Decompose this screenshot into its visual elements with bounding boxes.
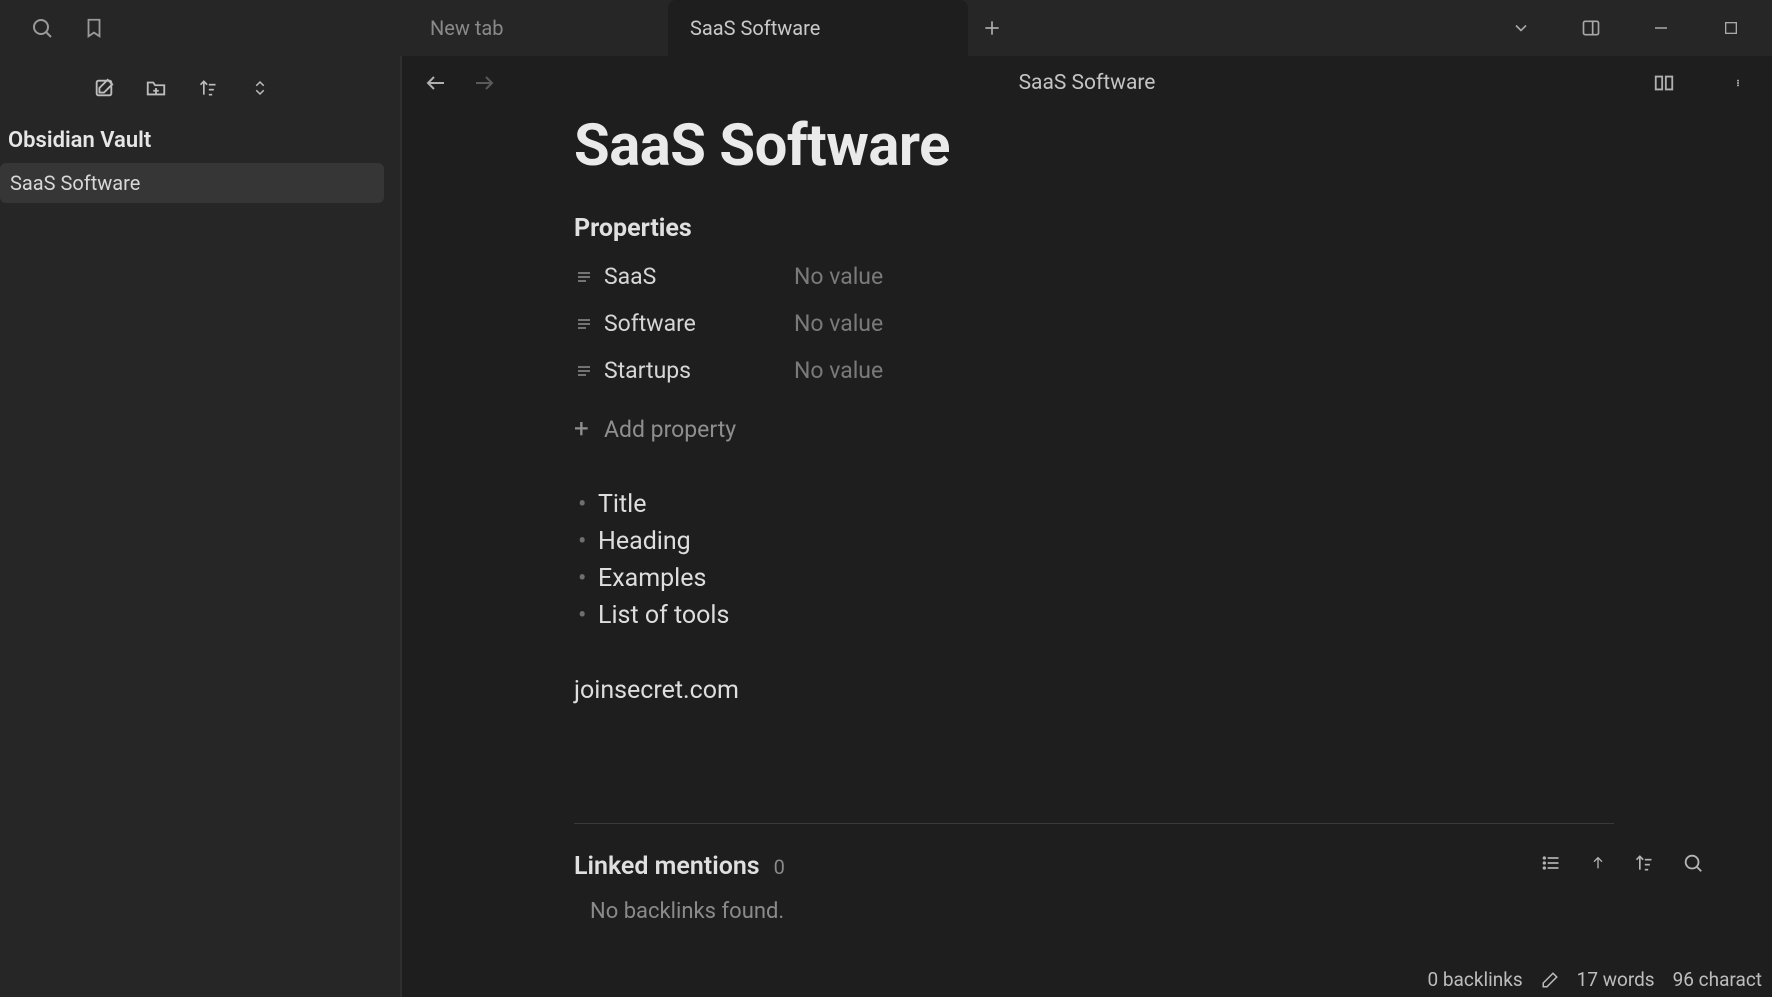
sidebar-toggle-icon[interactable] bbox=[1580, 17, 1602, 39]
forward-icon[interactable] bbox=[470, 69, 498, 97]
text-property-icon bbox=[574, 363, 604, 379]
new-tab-button[interactable] bbox=[968, 0, 1016, 56]
tab-inactive[interactable]: New tab bbox=[408, 0, 668, 56]
reading-view-icon[interactable] bbox=[1650, 69, 1678, 97]
new-note-icon[interactable] bbox=[92, 76, 116, 100]
more-options-icon[interactable] bbox=[1724, 69, 1752, 97]
list-view-icon[interactable] bbox=[1540, 853, 1562, 873]
add-property-button[interactable]: + Add property bbox=[574, 414, 1614, 444]
property-row[interactable]: Software No value bbox=[574, 310, 1614, 337]
editor-header: SaaS Software bbox=[402, 56, 1772, 110]
bullet-item[interactable]: Examples bbox=[574, 560, 1614, 597]
bookmark-icon[interactable] bbox=[82, 16, 106, 40]
sort-order-icon[interactable] bbox=[1634, 852, 1654, 874]
tab-strip: New tab SaaS Software bbox=[408, 0, 1016, 56]
tab-active[interactable]: SaaS Software bbox=[668, 0, 968, 56]
property-row[interactable]: Startups No value bbox=[574, 357, 1614, 384]
edit-mode-icon[interactable] bbox=[1541, 971, 1559, 989]
bullet-item[interactable]: List of tools bbox=[574, 597, 1614, 634]
close-tab-icon[interactable] bbox=[928, 19, 946, 37]
sort-icon[interactable] bbox=[196, 76, 220, 100]
window-minimize-icon[interactable] bbox=[1650, 17, 1672, 39]
status-bar: 0 backlinks 17 words 96 charact bbox=[1422, 964, 1769, 995]
tab-dropdown-icon[interactable] bbox=[1510, 17, 1532, 39]
property-key[interactable]: Software bbox=[604, 310, 794, 337]
file-sidebar: Obsidian Vault SaaS Software bbox=[0, 56, 402, 997]
no-backlinks-text: No backlinks found. bbox=[574, 899, 1614, 924]
linked-mentions-heading[interactable]: Linked mentions bbox=[574, 852, 760, 881]
property-key[interactable]: Startups bbox=[604, 357, 794, 384]
tab-label: New tab bbox=[430, 16, 504, 40]
file-item[interactable]: SaaS Software bbox=[0, 163, 384, 203]
property-key[interactable]: SaaS bbox=[604, 263, 794, 290]
vault-name[interactable]: Obsidian Vault bbox=[0, 114, 400, 161]
property-value[interactable]: No value bbox=[794, 357, 883, 384]
add-property-label: Add property bbox=[604, 416, 736, 443]
property-value[interactable]: No value bbox=[794, 263, 883, 290]
status-chars[interactable]: 96 charact bbox=[1673, 968, 1762, 991]
tab-label: SaaS Software bbox=[690, 16, 820, 40]
search-mentions-icon[interactable] bbox=[1682, 852, 1704, 874]
status-words[interactable]: 17 words bbox=[1577, 968, 1655, 991]
text-property-icon bbox=[574, 269, 604, 285]
text-property-icon bbox=[574, 316, 604, 332]
expand-collapse-icon[interactable] bbox=[248, 76, 272, 100]
search-icon[interactable] bbox=[30, 16, 54, 40]
editor-breadcrumb[interactable]: SaaS Software bbox=[1019, 71, 1156, 95]
plus-icon: + bbox=[574, 414, 604, 444]
property-value[interactable]: No value bbox=[794, 310, 883, 337]
note-text-line[interactable]: joinsecret.com bbox=[574, 676, 1614, 705]
properties-heading: Properties bbox=[574, 214, 1614, 243]
linked-mentions-count: 0 bbox=[774, 855, 785, 879]
property-row[interactable]: SaaS No value bbox=[574, 263, 1614, 290]
window-maximize-icon[interactable] bbox=[1720, 17, 1742, 39]
note-bullets[interactable]: Title Heading Examples List of tools bbox=[574, 486, 1614, 634]
back-icon[interactable] bbox=[422, 69, 450, 97]
sort-up-icon[interactable] bbox=[1590, 852, 1606, 874]
bullet-item[interactable]: Title bbox=[574, 486, 1614, 523]
bullet-item[interactable]: Heading bbox=[574, 523, 1614, 560]
file-name: SaaS Software bbox=[10, 171, 140, 195]
note-title[interactable]: SaaS Software bbox=[574, 112, 1614, 180]
status-backlinks[interactable]: 0 backlinks bbox=[1428, 968, 1523, 991]
titlebar: New tab SaaS Software bbox=[0, 0, 1772, 56]
new-folder-icon[interactable] bbox=[144, 76, 168, 100]
